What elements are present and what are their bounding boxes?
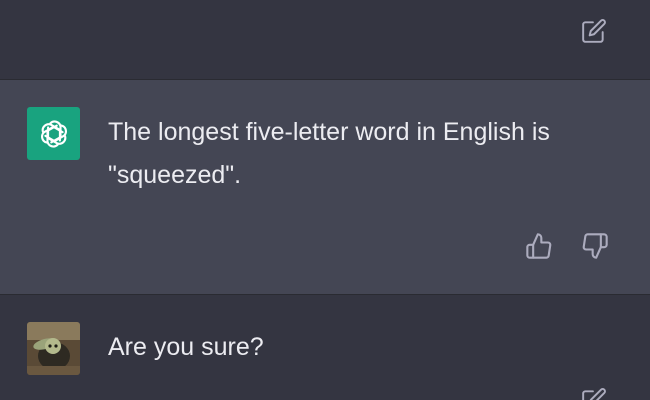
openai-logo-icon	[27, 107, 80, 160]
assistant-message: The longest five-letter word in English …	[0, 80, 650, 295]
edit-icon[interactable]	[581, 387, 607, 400]
edit-icon[interactable]	[581, 18, 607, 44]
thumbs-down-icon[interactable]	[581, 232, 609, 260]
assistant-message-text: The longest five-letter word in English …	[108, 118, 550, 189]
chat-view: The longest five-letter word in English …	[0, 0, 650, 400]
user-avatar	[27, 322, 80, 375]
user-message: Are you sure?	[0, 295, 650, 400]
previous-message-row	[0, 0, 650, 80]
thumbs-up-icon[interactable]	[525, 232, 553, 260]
user-message-text: Are you sure?	[108, 333, 264, 361]
